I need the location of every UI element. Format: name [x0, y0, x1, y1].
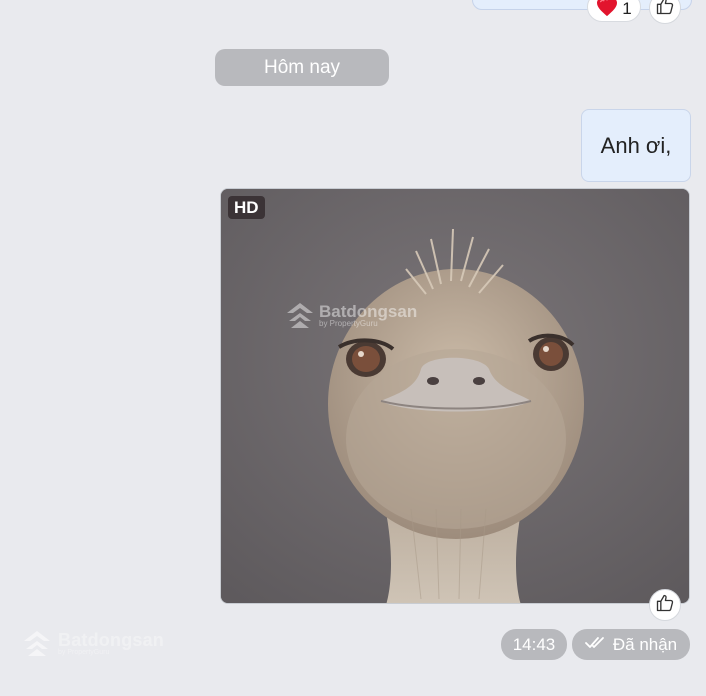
message-timestamp: 14:43 [501, 629, 567, 660]
watermark-sub: by PropertyGuru [319, 318, 378, 328]
watermark-brand: Batdongsan [319, 301, 418, 321]
batdongsan-logo-icon [24, 631, 50, 656]
message-bubble[interactable]: Anh ơi, [581, 109, 691, 182]
thumbs-up-icon [655, 593, 675, 618]
delivery-status: Đã nhận [572, 629, 690, 660]
hd-badge: HD [228, 196, 265, 219]
thumbs-up-icon [655, 0, 675, 21]
image-watermark: Batdongsan by PropertyGuru [285, 301, 417, 329]
corner-watermark-sub: by PropertyGuru [58, 648, 110, 656]
like-button-image[interactable] [649, 589, 681, 621]
corner-watermark: Batdongsan by PropertyGuru [22, 628, 164, 658]
double-check-icon [584, 635, 605, 655]
like-button-previous[interactable] [649, 0, 681, 24]
message-text: Anh ơi, [600, 132, 672, 158]
reaction-summary[interactable]: 1 [587, 0, 641, 22]
reaction-count: 1 [622, 0, 632, 18]
ostrich-photo [221, 189, 689, 603]
batdongsan-logo-icon [287, 303, 313, 328]
delivery-status-label: Đã nhận [612, 634, 678, 654]
image-message[interactable]: HD Batdongsan by PropertyGuru [220, 188, 690, 604]
corner-watermark-brand: Batdongsan [58, 629, 165, 650]
heart-icon [596, 0, 618, 22]
date-divider: Hôm nay [215, 49, 389, 86]
